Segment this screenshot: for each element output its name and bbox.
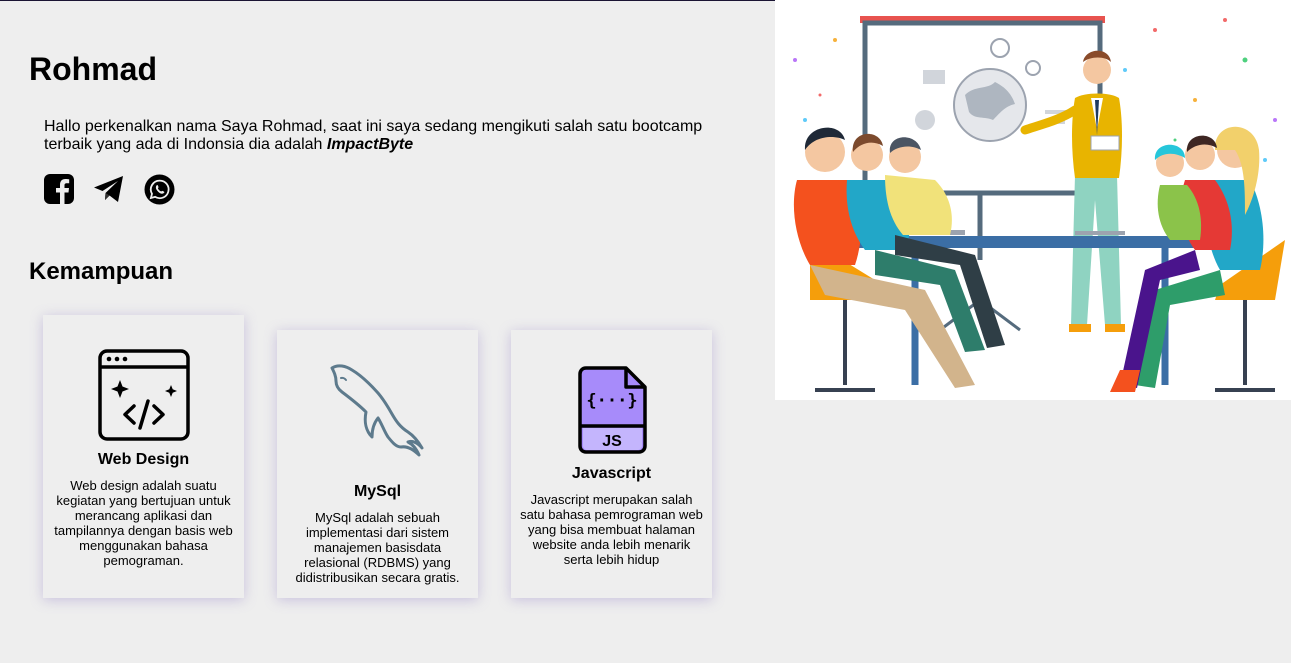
web-design-icon [97,349,190,441]
social-links [43,173,175,205]
skill-card-title: MySql [353,483,402,500]
skill-card-javascript: {···} JS Javascript Javascript merupakan… [511,330,712,598]
intro-paragraph: Hallo perkenalkan nama Saya Rohmad, saat… [44,118,724,154]
skill-card-description: Web design adalah suatu kegiatan yang be… [54,478,233,568]
whatsapp-icon [144,174,174,204]
skill-card-web-design: Web Design Web design adalah suatu kegia… [43,315,244,598]
skill-card-description: MySql adalah sebuah implementasi dari si… [295,510,460,585]
meeting-illustration [775,0,1291,400]
skill-card-mysql: MySql MySql adalah sebuah implementasi d… [277,330,478,598]
whatsapp-link[interactable] [143,173,175,205]
mysql-dolphin-icon [330,364,423,457]
skills-heading: Kemampuan [29,258,174,285]
intro-emphasis: ImpactByte [326,136,414,153]
hero-illustration [775,0,1291,400]
js-icon-braces: {···} [586,391,637,411]
skill-card-description: Javascript merupakan salah satu bahasa p… [520,492,703,567]
facebook-icon [44,174,74,204]
skill-card-title: Web Design [97,451,190,468]
js-icon-label: JS [602,433,622,450]
javascript-file-icon: {···} JS [577,366,647,454]
telegram-icon [94,176,123,202]
page-title: Rohmad [29,51,157,87]
telegram-link[interactable] [93,173,125,205]
skill-card-title: Javascript [571,465,652,482]
facebook-link[interactable] [43,173,75,205]
